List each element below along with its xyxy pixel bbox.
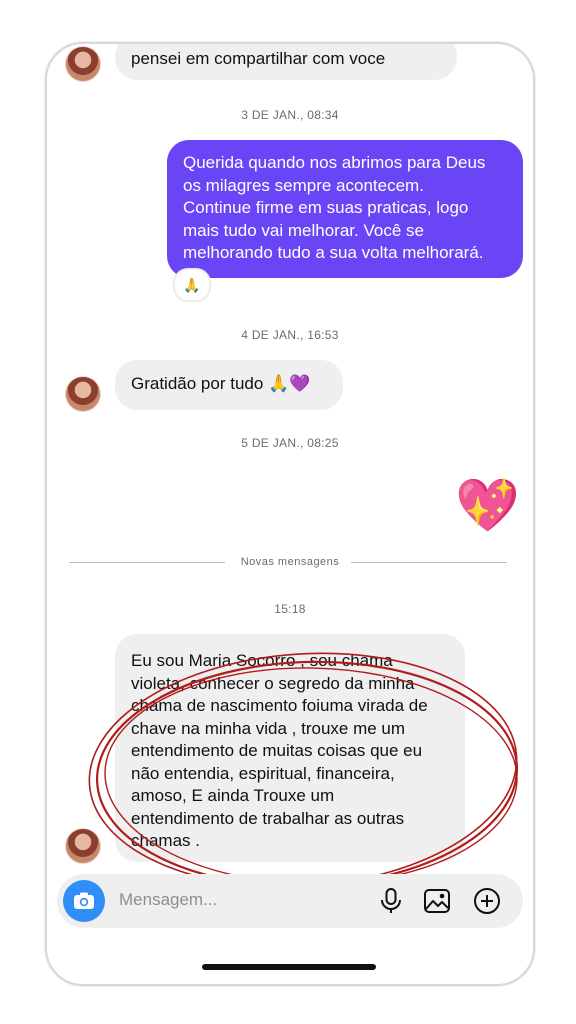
timestamp: 15:18 <box>274 602 306 616</box>
received-message-line: violeta, conhecer o segredo da minha <box>131 673 415 693</box>
sent-message-bubble[interactable]: Querida quando nos abrimos para Deus os … <box>167 140 523 278</box>
camera-icon <box>74 892 94 909</box>
divider-line <box>351 562 507 563</box>
home-indicator[interactable] <box>202 964 376 970</box>
received-message-line: chama de nascimento foiuma virada de <box>131 696 428 715</box>
timestamp: 4 DE JAN., 16:53 <box>241 328 339 342</box>
received-message-bubble[interactable]: Eu sou Maria Socorro , sou chama violeta… <box>115 634 465 862</box>
timestamp: 5 DE JAN., 08:25 <box>241 436 339 450</box>
avatar[interactable] <box>65 376 101 412</box>
received-message-line: chave na minha vida , trouxe me um <box>131 718 406 738</box>
received-message-line: amoso, E ainda Trouxe um <box>131 786 335 805</box>
avatar[interactable] <box>65 46 101 82</box>
received-message-line: entendimento de muitas coisas que eu <box>131 741 423 760</box>
avatar[interactable] <box>65 828 101 864</box>
received-message-bubble[interactable]: pensei em compartilhar com voce <box>115 44 457 80</box>
received-message-line: Eu sou Maria Socorro , sou chama <box>131 651 393 670</box>
timestamp: 3 DE JAN., 08:34 <box>241 108 339 122</box>
pray-emoji-icon: 🙏 <box>183 276 201 293</box>
sent-message-line: Querida quando nos abrimos para Deus <box>183 153 486 172</box>
received-message-line: não entendia, espiritual, financeira, <box>131 763 395 783</box>
sent-message-line: mais tudo vai melhorar. Você se <box>183 220 424 240</box>
message-composer: Mensagem... <box>57 874 523 928</box>
received-message-text: Gratidão por tudo 🙏💜 <box>131 374 311 393</box>
sparkling-heart-sticker[interactable]: 💖 <box>455 476 520 536</box>
phone-frame: pensei em compartilhar com voce 3 DE JAN… <box>45 42 535 986</box>
received-message-line: entendimento de trabalhar as outras <box>131 808 405 828</box>
received-message-text: pensei em compartilhar com voce <box>131 49 386 68</box>
received-message-line: chamas . <box>131 831 200 850</box>
camera-button[interactable] <box>63 880 105 922</box>
sent-message-line: Continue firme em suas praticas, logo <box>183 198 469 217</box>
microphone-icon[interactable] <box>377 887 405 915</box>
received-message-bubble[interactable]: Gratidão por tudo 🙏💜 <box>115 360 343 410</box>
reaction-badge[interactable]: 🙏 <box>173 268 211 302</box>
sent-message-line: melhorando tudo a sua volta melhorará. <box>183 243 484 262</box>
plus-circle-icon[interactable] <box>473 887 501 915</box>
sent-message-line: os milagres sempre acontecem. <box>183 175 424 195</box>
gallery-icon[interactable] <box>423 887 451 915</box>
message-input[interactable]: Mensagem... <box>119 890 217 910</box>
